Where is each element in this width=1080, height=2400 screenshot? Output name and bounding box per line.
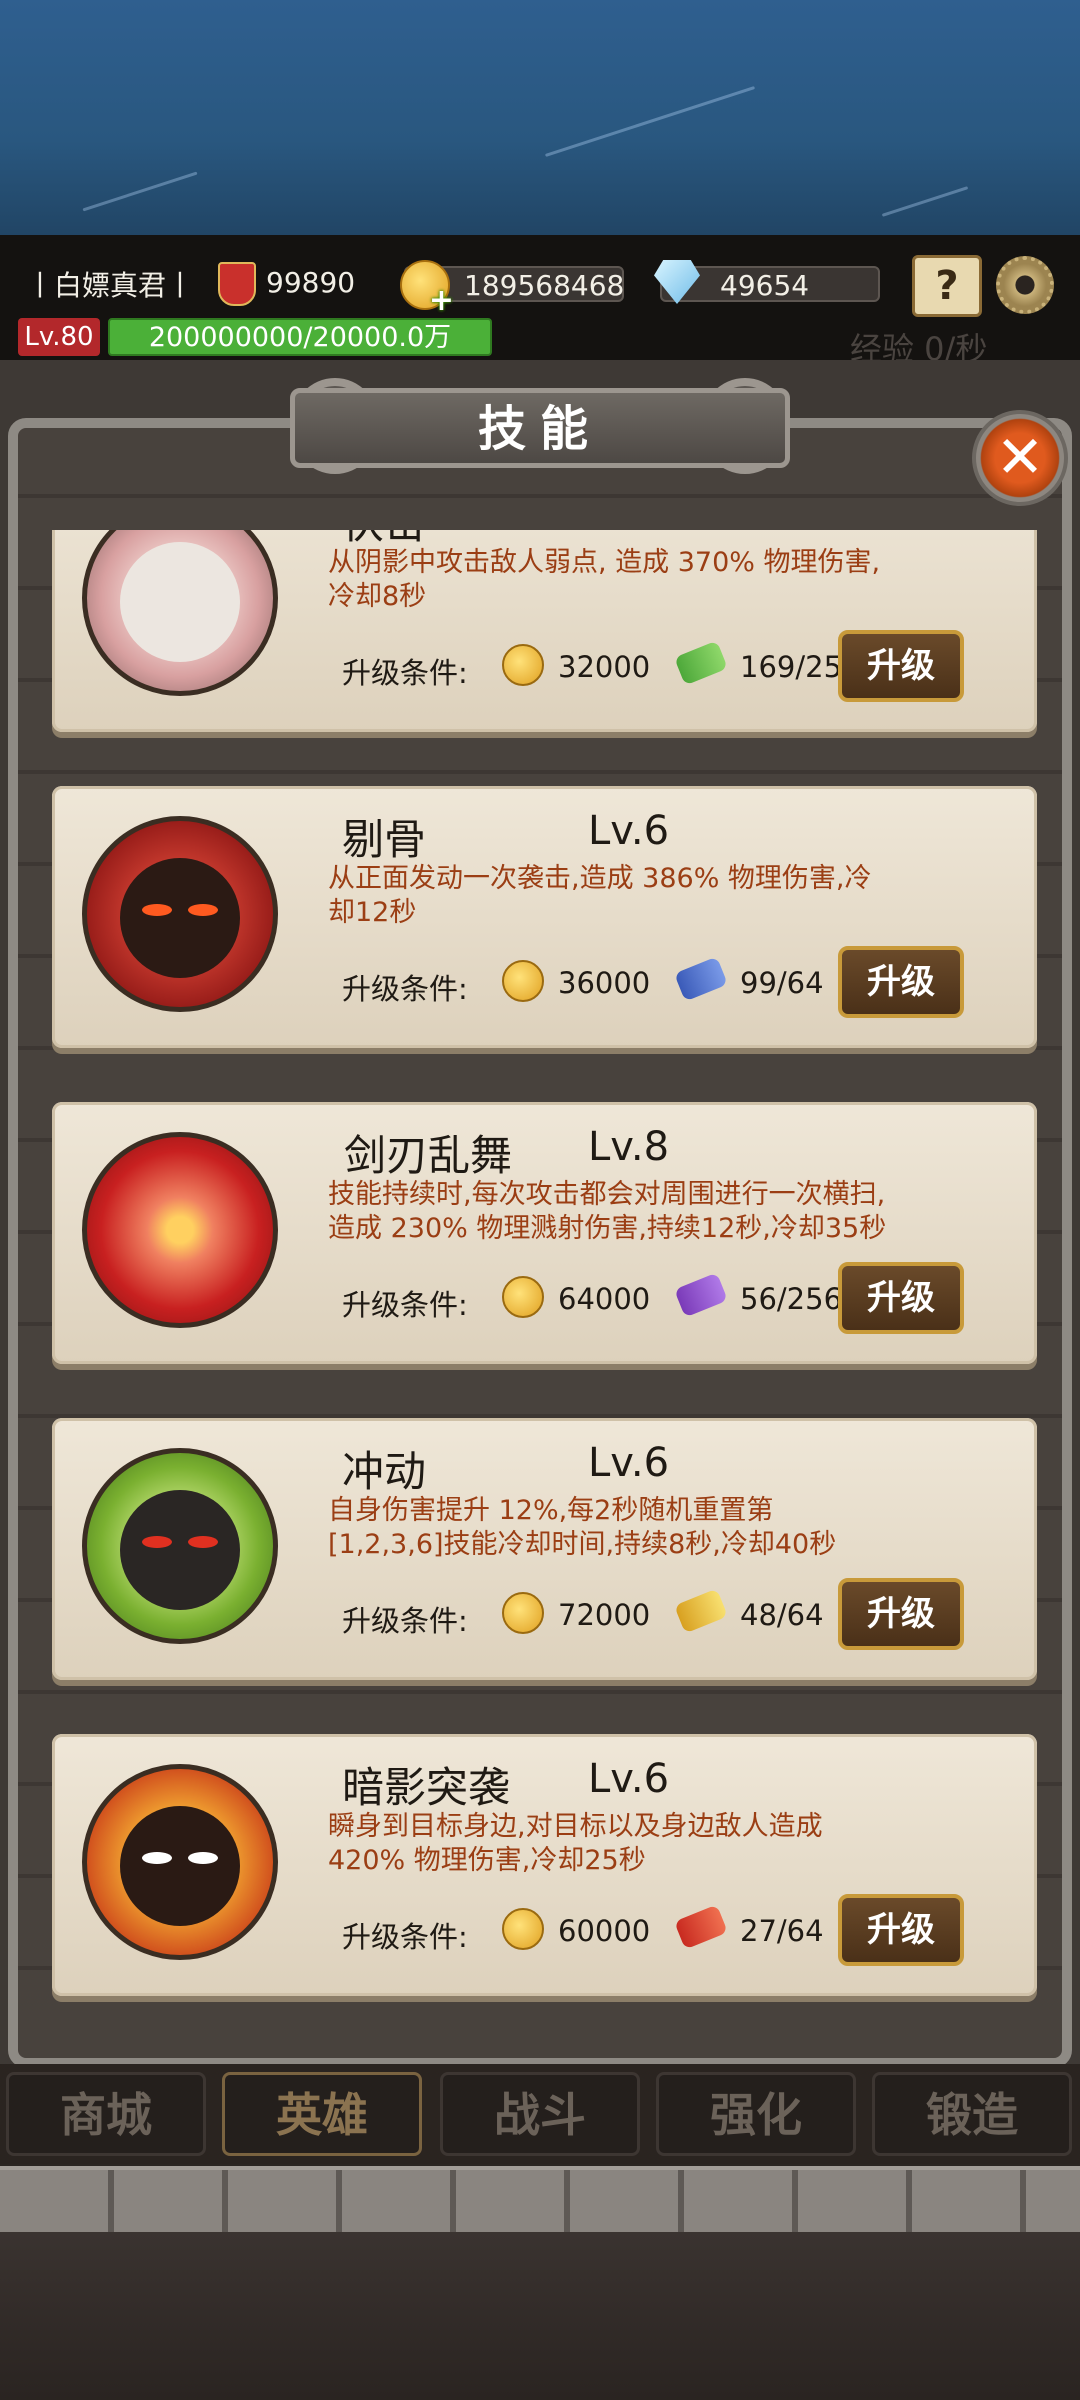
skill-name: 剔骨 bbox=[342, 815, 427, 864]
green-scroll-icon bbox=[674, 640, 728, 686]
upgrade-requirement-label: 升级条件: bbox=[342, 1604, 468, 1638]
gem-value: 49654 bbox=[720, 269, 810, 302]
nav-tab-enhance[interactable]: 强化 bbox=[656, 2072, 856, 2156]
combat-power-value: 99890 bbox=[266, 266, 356, 299]
scroll-count: 48/64 bbox=[740, 1598, 824, 1632]
guide-book-icon[interactable]: ? bbox=[912, 255, 982, 317]
avatar-face bbox=[120, 857, 240, 978]
nav-tab-forge[interactable]: 锻造 bbox=[872, 2072, 1072, 2156]
skill-avatar bbox=[82, 530, 278, 696]
close-button[interactable]: ✕ bbox=[972, 410, 1068, 506]
skill-name: 冲动 bbox=[342, 1447, 427, 1496]
ground-background bbox=[0, 2232, 1080, 2400]
skill-card-ambush: 伏击 Lv.8 从阴影中攻击敌人弱点, 造成 370% 物理伤害,冷却8秒 升级… bbox=[52, 530, 1037, 732]
blue-scroll-icon bbox=[674, 956, 728, 1002]
skill-description: 技能持续时,每次攻击都会对周围进行一次横扫,造成 230% 物理溅射伤害,持续1… bbox=[328, 1179, 887, 1244]
skill-description: 瞬身到目标身边,对目标以及身边敌人造成 420% 物理伤害,冷却25秒 bbox=[328, 1811, 823, 1876]
gold-value: 189568468 bbox=[464, 269, 625, 302]
skill-card-blade-dance: 剑刃乱舞 Lv.8 技能持续时,每次攻击都会对周围进行一次横扫,造成 230% … bbox=[52, 1102, 1037, 1364]
skill-name: 暗影突袭 bbox=[342, 1763, 511, 1812]
upgrade-requirement-label: 升级条件: bbox=[342, 972, 468, 1006]
avatar-eye bbox=[142, 1535, 172, 1548]
nav-tab-battle[interactable]: 战斗 bbox=[440, 2072, 640, 2156]
gold-coin-icon bbox=[502, 1276, 544, 1318]
skill-avatar bbox=[82, 816, 278, 1012]
upgrade-button[interactable]: 升级 bbox=[838, 1578, 964, 1650]
avatar-face bbox=[120, 1489, 240, 1610]
gold-cost: 60000 bbox=[558, 1914, 651, 1948]
skill-list[interactable]: 伏击 Lv.8 从阴影中攻击敌人弱点, 造成 370% 物理伤害,冷却8秒 升级… bbox=[40, 530, 1050, 2020]
yellow-scroll-icon bbox=[674, 1588, 728, 1634]
skill-description: 从正面发动一次袭击,造成 386% 物理伤害,冷却12秒 bbox=[328, 863, 872, 928]
sky-streak bbox=[82, 171, 198, 212]
upgrade-button[interactable]: 升级 bbox=[838, 630, 964, 702]
upgrade-requirement-label: 升级条件: bbox=[342, 1920, 468, 1954]
avatar-eye bbox=[188, 1535, 218, 1548]
skill-level: Lv.6 bbox=[588, 1756, 670, 1802]
skill-avatar bbox=[82, 1132, 278, 1328]
skill-card-bone: 剔骨 Lv.6 从正面发动一次袭击,造成 386% 物理伤害,冷却12秒 升级条… bbox=[52, 786, 1037, 1048]
upgrade-button[interactable]: 升级 bbox=[838, 946, 964, 1018]
player-level-badge: Lv.80 bbox=[18, 318, 100, 356]
sky-streak bbox=[881, 186, 969, 217]
upgrade-requirement-label: 升级条件: bbox=[342, 1288, 468, 1322]
avatar-eye bbox=[142, 1851, 172, 1864]
gold-coin-icon bbox=[502, 960, 544, 1002]
gold-cost: 72000 bbox=[558, 1598, 651, 1632]
purple-scroll-icon bbox=[674, 1272, 728, 1318]
upgrade-button[interactable]: 升级 bbox=[838, 1262, 964, 1334]
gold-coin-icon bbox=[502, 1908, 544, 1950]
scroll-count: 27/64 bbox=[740, 1914, 824, 1948]
gold-cost: 64000 bbox=[558, 1282, 651, 1316]
scroll-count: 99/64 bbox=[740, 966, 824, 1000]
skill-avatar bbox=[82, 1764, 278, 1960]
stone-wall-top bbox=[0, 2166, 1080, 2236]
nav-tab-hero[interactable]: 英雄 bbox=[222, 2072, 422, 2156]
skill-card-impulse: 冲动 Lv.6 自身伤害提升 12%,每2秒随机重置第[1,2,3,6]技能冷却… bbox=[52, 1418, 1037, 1680]
nav-tab-shop[interactable]: 商城 bbox=[6, 2072, 206, 2156]
skill-name: 剑刃乱舞 bbox=[344, 1131, 513, 1180]
gold-cost: 36000 bbox=[558, 966, 651, 1000]
settings-gear-icon[interactable] bbox=[996, 256, 1054, 314]
player-name: 丨白嫖真君丨 bbox=[26, 269, 195, 302]
skill-description: 从阴影中攻击敌人弱点, 造成 370% 物理伤害,冷却8秒 bbox=[328, 547, 881, 612]
upgrade-requirement-label: 升级条件: bbox=[342, 656, 468, 690]
avatar-face bbox=[120, 541, 240, 662]
scroll-count: 56/256 bbox=[740, 1282, 843, 1316]
upgrade-button[interactable]: 升级 bbox=[838, 1894, 964, 1966]
red-scroll-icon bbox=[674, 1904, 728, 1950]
avatar-eye bbox=[142, 903, 172, 916]
sky-streak bbox=[544, 86, 756, 157]
avatar-eye bbox=[188, 1851, 218, 1864]
sky-background bbox=[0, 0, 1080, 235]
gold-cost: 32000 bbox=[558, 650, 651, 684]
skill-avatar bbox=[82, 1448, 278, 1644]
gold-coin-icon bbox=[502, 1592, 544, 1634]
add-gold-icon[interactable] bbox=[400, 260, 454, 318]
gold-coin-icon bbox=[502, 644, 544, 686]
skill-level: Lv.6 bbox=[588, 808, 670, 854]
skill-description: 自身伤害提升 12%,每2秒随机重置第[1,2,3,6]技能冷却时间,持续8秒,… bbox=[328, 1495, 837, 1560]
skill-level: Lv.8 bbox=[588, 530, 669, 538]
exp-progress-bar: 200000000/20000.0万 bbox=[108, 318, 492, 356]
panel-title: 技能 bbox=[290, 388, 790, 468]
avatar-eye bbox=[188, 903, 218, 916]
combat-power-icon bbox=[218, 262, 256, 306]
skill-level: Lv.8 bbox=[588, 1124, 670, 1170]
skill-level: Lv.6 bbox=[588, 1440, 670, 1486]
skill-card-shadow-strike: 暗影突袭 Lv.6 瞬身到目标身边,对目标以及身边敌人造成 420% 物理伤害,… bbox=[52, 1734, 1037, 1996]
avatar-face bbox=[120, 1805, 240, 1926]
